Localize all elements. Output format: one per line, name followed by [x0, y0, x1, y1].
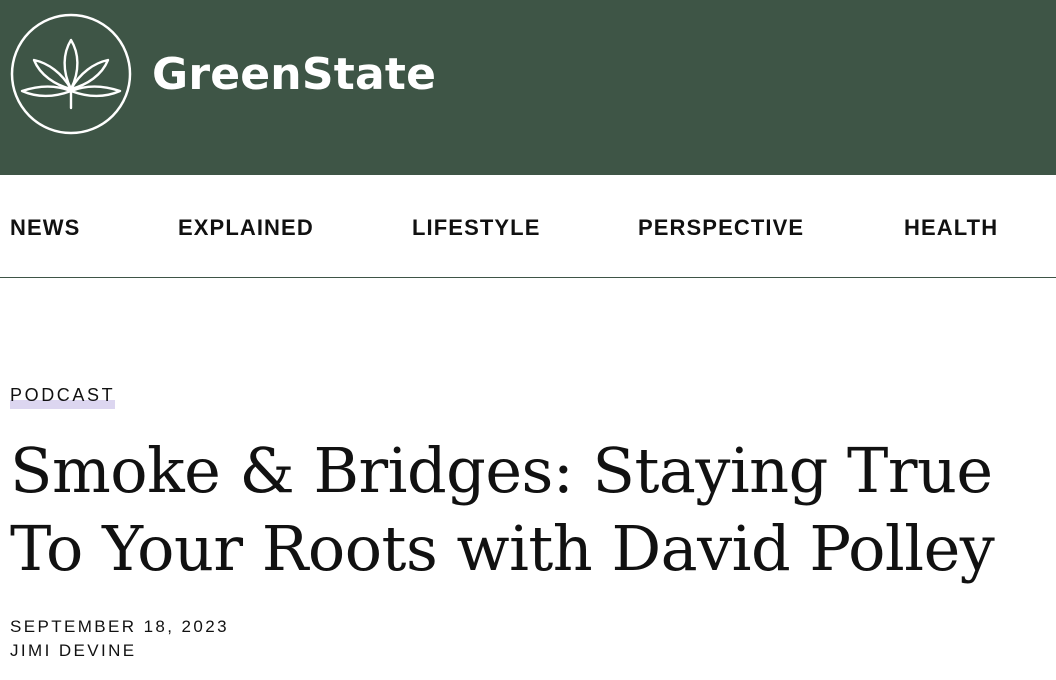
nav-item-news[interactable]: NEWS — [10, 215, 80, 241]
nav-item-health[interactable]: HEALTH — [904, 215, 998, 241]
main-navigation: NEWS EXPLAINED LIFESTYLE PERSPECTIVE HEA… — [0, 175, 1056, 278]
site-header: GreenState — [0, 0, 1056, 175]
site-name: GreenState — [152, 49, 437, 100]
nav-item-explained[interactable]: EXPLAINED — [178, 215, 314, 241]
article-title: Smoke & Bridges: Staying True To Your Ro… — [10, 434, 995, 585]
publish-date: SEPTEMBER 18, 2023 — [10, 617, 229, 636]
author-link[interactable]: JIMI DEVINE — [10, 641, 137, 661]
nav-item-perspective[interactable]: PERSPECTIVE — [638, 215, 804, 241]
nav-item-lifestyle[interactable]: LIFESTYLE — [412, 215, 540, 241]
home-logo-link[interactable]: GreenState — [10, 13, 436, 135]
category-tag-link[interactable]: PODCAST — [10, 385, 116, 409]
cannabis-leaf-icon — [10, 13, 132, 135]
